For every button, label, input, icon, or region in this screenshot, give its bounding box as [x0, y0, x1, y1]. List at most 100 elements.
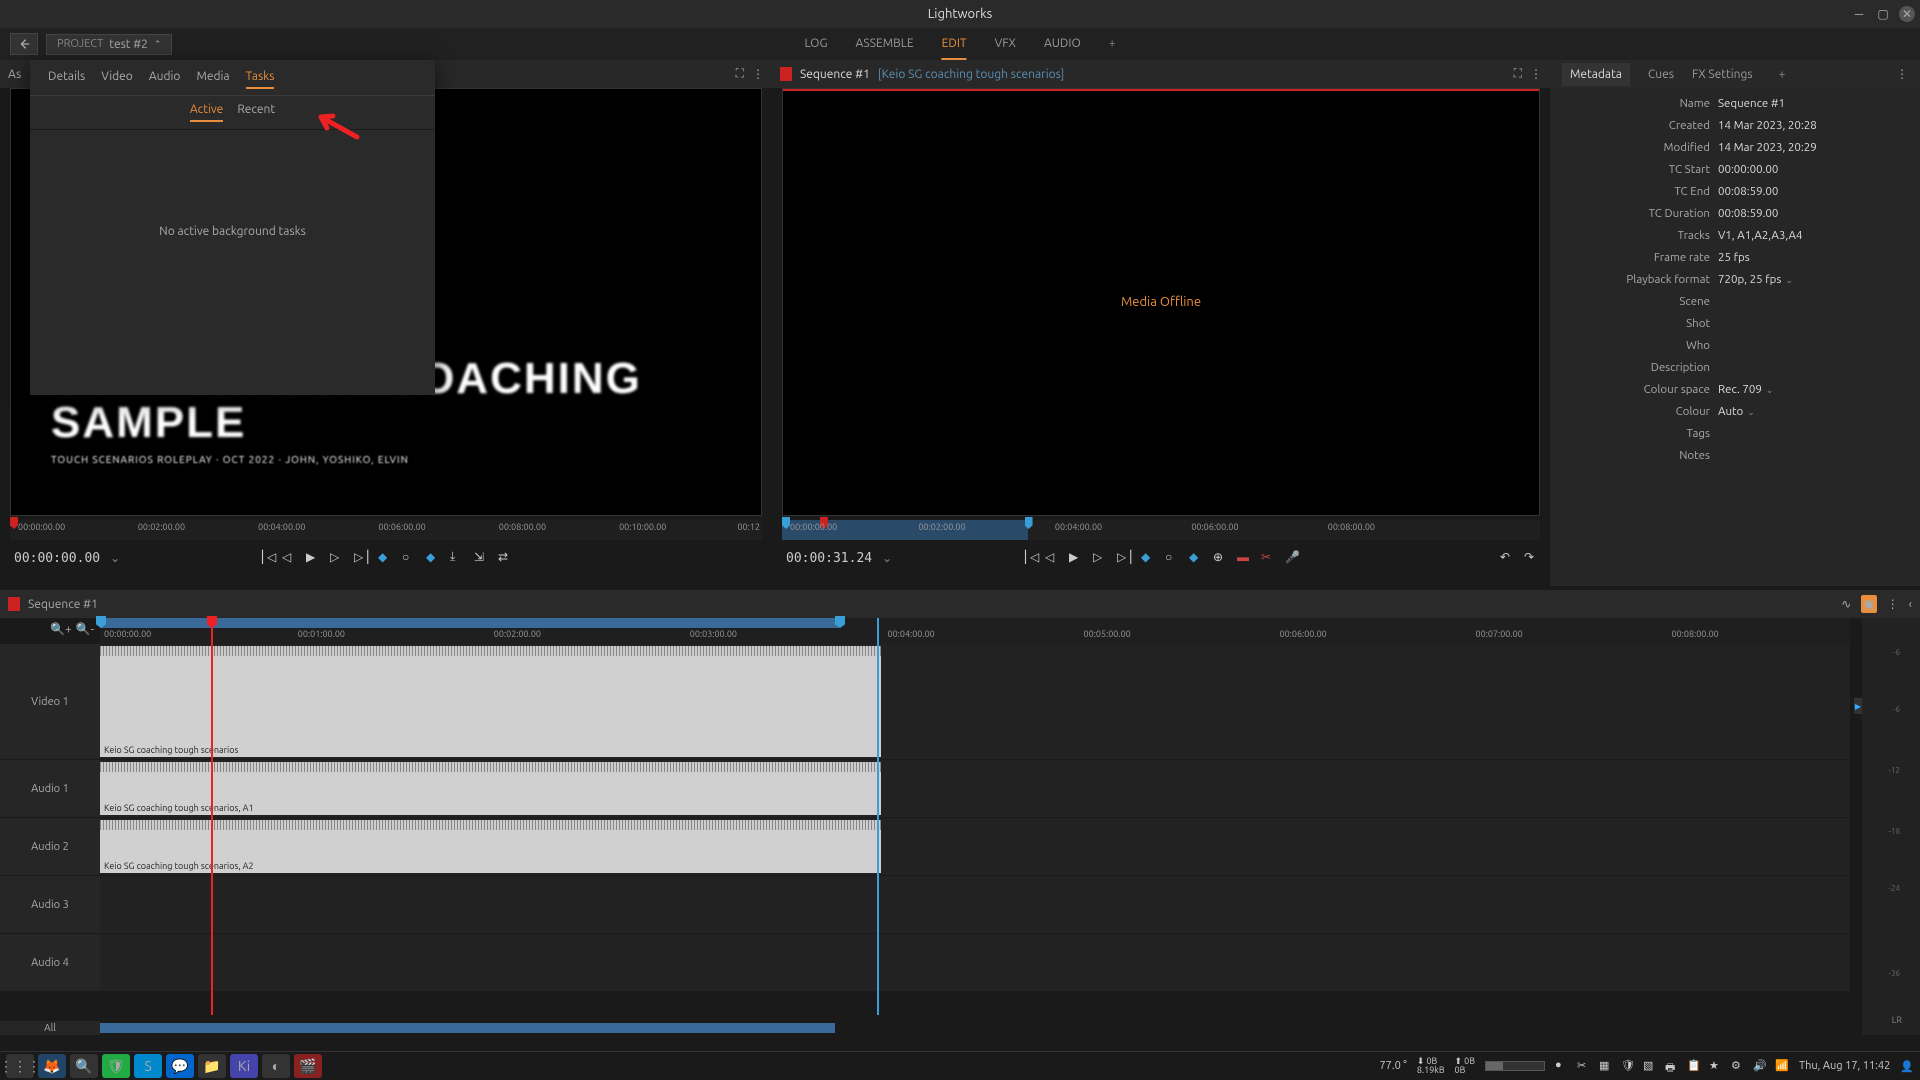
goto-end-icon[interactable]: ▷⎪: [1117, 550, 1133, 566]
record-ruler[interactable]: 00:00:00.00 00:02:00.00 00:04:00.00 00:0…: [782, 520, 1540, 540]
mic-icon[interactable]: 🎤: [1285, 550, 1301, 566]
chevron-down-icon[interactable]: ⌄: [1785, 275, 1793, 285]
step-back-icon[interactable]: ◁: [1045, 550, 1061, 566]
menu-dots-icon[interactable]: ⋮: [752, 67, 764, 81]
tray-volume-icon[interactable]: 🔊: [1753, 1059, 1767, 1073]
mark-in-icon[interactable]: ◆: [1141, 550, 1157, 566]
waveform-icon[interactable]: ∿: [1841, 597, 1851, 611]
meta-value[interactable]: V1, A1,A2,A3,A4: [1718, 229, 1802, 242]
clip[interactable]: Keio SG coaching tough scenarios: [100, 646, 881, 757]
step-fwd-icon[interactable]: ▷: [1093, 550, 1109, 566]
meta-value[interactable]: 00:08:59.00: [1718, 207, 1778, 220]
tray-shield-icon[interactable]: 🛡: [1621, 1059, 1635, 1073]
meta-value[interactable]: 00:08:59.00: [1718, 185, 1778, 198]
undo-icon[interactable]: ↶: [1500, 550, 1516, 566]
meta-row[interactable]: Created14 Mar 2023, 20:28: [1550, 114, 1920, 136]
redo-icon[interactable]: ↷: [1524, 550, 1540, 566]
project-selector[interactable]: PROJECT test #2 ⌃: [46, 34, 172, 55]
tray-star-icon[interactable]: ★: [1709, 1059, 1723, 1073]
record-canvas[interactable]: Media Offline: [782, 88, 1540, 516]
track-lane[interactable]: [100, 934, 1850, 991]
meta-row[interactable]: Colour spaceRec. 709⌄: [1550, 378, 1920, 400]
maximize-button[interactable]: ▢: [1875, 6, 1891, 22]
tab-vfx[interactable]: VFX: [995, 29, 1016, 60]
play-icon[interactable]: ▶: [306, 550, 322, 566]
meta-row[interactable]: Modified14 Mar 2023, 20:29: [1550, 136, 1920, 158]
minimize-button[interactable]: ─: [1851, 6, 1867, 22]
meta-value[interactable]: Sequence #1: [1718, 97, 1785, 110]
menu-dots-icon[interactable]: ⋮: [1887, 597, 1899, 611]
timeline-scrollbar[interactable]: [100, 1021, 1850, 1035]
track-label[interactable]: Audio 2: [0, 818, 100, 875]
tray-print-icon[interactable]: 🖶: [1665, 1059, 1679, 1073]
meta-value[interactable]: 14 Mar 2023, 20:29: [1718, 141, 1817, 154]
zoom-out-icon[interactable]: 🔍-: [76, 622, 94, 636]
app-lightworks[interactable]: 🎬: [294, 1054, 322, 1078]
expand-meter-icon[interactable]: ▶: [1854, 698, 1862, 714]
track-all-label[interactable]: All: [0, 1021, 100, 1035]
collapse-icon[interactable]: ‹: [1909, 598, 1912, 611]
add-cue-icon[interactable]: ⊕: [1213, 550, 1229, 566]
meta-row[interactable]: Who: [1550, 334, 1920, 356]
meta-value[interactable]: 14 Mar 2023, 20:28: [1718, 119, 1817, 132]
tray-wifi-icon[interactable]: 📶: [1775, 1059, 1789, 1073]
track-lane[interactable]: [100, 876, 1850, 933]
meta-row[interactable]: Scene: [1550, 290, 1920, 312]
tray-icon[interactable]: ▦: [1599, 1059, 1613, 1073]
track-lane[interactable]: Keio SG coaching tough scenarios, A1: [100, 760, 1850, 817]
track-lane[interactable]: Keio SG coaching tough scenarios: [100, 644, 1850, 759]
tray-network-icon[interactable]: ⚙: [1731, 1059, 1745, 1073]
fullscreen-icon[interactable]: ⛶: [1514, 67, 1522, 81]
track-label[interactable]: Audio 4: [0, 934, 100, 991]
chevron-down-icon[interactable]: ⌄: [110, 551, 120, 565]
track-lane[interactable]: Keio SG coaching tough scenarios, A2: [100, 818, 1850, 875]
tray-icon[interactable]: ●: [1555, 1059, 1569, 1073]
meta-row[interactable]: Playback format720p, 25 fps⌄: [1550, 268, 1920, 290]
step-back-icon[interactable]: ◁: [282, 550, 298, 566]
meta-row[interactable]: TC Duration00:08:59.00: [1550, 202, 1920, 224]
playhead-marker[interactable]: [10, 517, 18, 529]
snap-icon[interactable]: ▣: [1861, 595, 1876, 613]
clear-marks-icon[interactable]: ○: [402, 550, 418, 566]
mark-out-icon[interactable]: ◆: [426, 550, 442, 566]
back-button[interactable]: [10, 33, 38, 55]
subtab-recent[interactable]: Recent: [237, 103, 275, 122]
replace-icon[interactable]: ⇄: [498, 550, 514, 566]
meta-value[interactable]: 720p, 25 fps⌄: [1718, 273, 1793, 286]
track-label[interactable]: Audio 3: [0, 876, 100, 933]
app-firefox[interactable]: 🦊: [38, 1054, 66, 1078]
meta-row[interactable]: NameSequence #1: [1550, 92, 1920, 114]
goto-end-icon[interactable]: ▷⎪: [354, 550, 370, 566]
popup-tab-audio[interactable]: Audio: [149, 70, 181, 89]
chevron-down-icon[interactable]: ⌄: [1766, 385, 1774, 395]
overwrite-icon[interactable]: ⇲: [474, 550, 490, 566]
fullscreen-icon[interactable]: ⛶: [736, 67, 744, 81]
popup-tab-details[interactable]: Details: [48, 70, 85, 89]
menu-dots-icon[interactable]: ⋮: [1530, 67, 1542, 81]
popup-tab-tasks[interactable]: Tasks: [246, 70, 275, 89]
app-shield[interactable]: 🛡: [102, 1054, 130, 1078]
zoom-in-icon[interactable]: 🔍+: [50, 622, 72, 636]
meta-value[interactable]: Auto⌄: [1718, 405, 1755, 418]
meta-row[interactable]: Frame rate25 fps: [1550, 246, 1920, 268]
track-label[interactable]: Video 1: [0, 644, 100, 759]
close-button[interactable]: ✕: [1899, 6, 1915, 22]
tray-icon[interactable]: ✂: [1577, 1059, 1591, 1073]
delete-icon[interactable]: ✂: [1261, 550, 1277, 566]
tray-gpu-icon[interactable]: ▧: [1643, 1059, 1657, 1073]
source-timecode[interactable]: 00:00:00.00: [14, 551, 100, 566]
app-chat[interactable]: 💬: [166, 1054, 194, 1078]
meta-row[interactable]: Tags: [1550, 422, 1920, 444]
tab-fx-settings[interactable]: FX Settings: [1692, 68, 1753, 81]
tab-metadata[interactable]: Metadata: [1562, 63, 1630, 86]
app-k[interactable]: Ki: [230, 1054, 258, 1078]
clear-marks-icon[interactable]: ○: [1165, 550, 1181, 566]
subtab-active[interactable]: Active: [190, 103, 223, 122]
meta-value[interactable]: Rec. 709⌄: [1718, 383, 1773, 396]
add-tab-button[interactable]: +: [1109, 29, 1116, 60]
meta-row[interactable]: Description: [1550, 356, 1920, 378]
meta-row[interactable]: Notes: [1550, 444, 1920, 466]
meta-value[interactable]: 00:00:00.00: [1718, 163, 1778, 176]
apps-menu-icon[interactable]: ⋮⋮⋮: [6, 1054, 34, 1078]
menu-dots-icon[interactable]: ⋮: [1896, 67, 1908, 81]
